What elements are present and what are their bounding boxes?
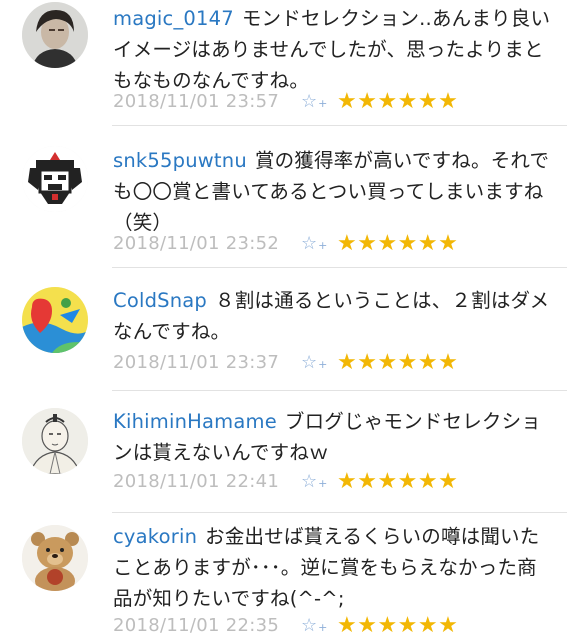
add-favorite-button[interactable]: ☆ + <box>301 352 337 373</box>
plus-icon: + <box>318 357 328 371</box>
person-photo-icon <box>22 2 88 68</box>
add-favorite-button[interactable]: ☆ + <box>301 471 337 492</box>
star-rating: ★★★★★★ <box>337 88 459 114</box>
username-link[interactable]: snk55puwtnu <box>113 149 247 172</box>
add-favorite-button[interactable]: ☆ + <box>301 91 337 112</box>
star-outline-icon: ☆ <box>301 351 318 373</box>
star-rating: ★★★★★★ <box>337 612 459 638</box>
comment-item: ColdSnap ８割は通るということは、２割はダメなんですね。 2018/11/… <box>0 268 567 390</box>
star-outline-icon: ☆ <box>301 232 318 254</box>
add-favorite-button[interactable]: ☆ + <box>301 233 337 254</box>
plus-icon: + <box>318 620 328 634</box>
user-avatar[interactable] <box>22 146 88 212</box>
comment-timestamp: 2018/11/01 23:37 <box>113 351 280 373</box>
user-avatar[interactable] <box>22 525 88 591</box>
comment-timestamp: 2018/11/01 22:35 <box>113 614 280 636</box>
comment-item: snk55puwtnu 賞の獲得率が高いですね。それでも〇〇賞と書いてあるとつい買… <box>0 126 567 267</box>
comment-list: magic_0147 モンドセレクション..あんまり良いイメージはありませんでした… <box>0 0 567 640</box>
username-link[interactable]: ColdSnap <box>113 289 207 312</box>
colorful-logo-icon <box>22 287 88 353</box>
user-avatar[interactable] <box>22 408 88 474</box>
star-outline-icon: ☆ <box>301 470 318 492</box>
plus-icon: + <box>318 238 328 252</box>
username-link[interactable]: cyakorin <box>113 525 197 548</box>
comment-item: KihiminHamame ブログじゃモンドセレクションは貰えないんですねｗ 20… <box>0 391 567 512</box>
star-outline-icon: ☆ <box>301 90 318 112</box>
star-rating: ★★★★★★ <box>337 349 459 375</box>
comment-timestamp: 2018/11/01 23:52 <box>113 232 280 254</box>
user-avatar[interactable] <box>22 287 88 353</box>
username-link[interactable]: magic_0147 <box>113 7 234 30</box>
comment-item: magic_0147 モンドセレクション..あんまり良いイメージはありませんでした… <box>0 0 567 125</box>
comment-timestamp: 2018/11/01 23:57 <box>113 90 280 112</box>
comment-timestamp: 2018/11/01 22:41 <box>113 470 280 492</box>
sketch-portrait-icon <box>22 408 88 474</box>
plus-icon: + <box>318 96 328 110</box>
comment-item: cyakorin お金出せば貰えるくらいの噂は聞いたことありますが･･･。逆に賞を… <box>0 513 567 640</box>
star-rating: ★★★★★★ <box>337 468 459 494</box>
user-avatar[interactable] <box>22 2 88 68</box>
add-favorite-button[interactable]: ☆ + <box>301 615 337 636</box>
teddy-bear-icon <box>22 525 88 591</box>
robot-avatar-icon <box>22 146 88 212</box>
username-link[interactable]: KihiminHamame <box>113 410 277 433</box>
plus-icon: + <box>318 476 328 490</box>
star-rating: ★★★★★★ <box>337 230 459 256</box>
star-outline-icon: ☆ <box>301 614 318 636</box>
